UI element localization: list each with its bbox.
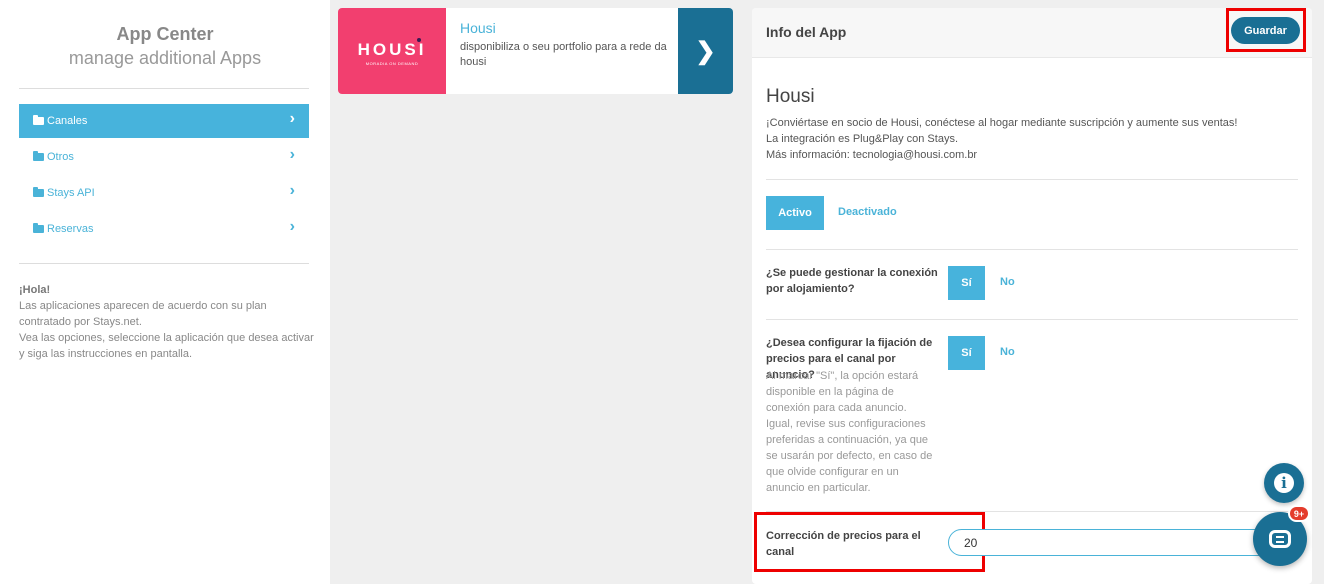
- sidebar-title: App Center: [116, 24, 214, 44]
- sidebar-help-text: ¡Hola! Las aplicaciones aparecen de acue…: [19, 282, 314, 362]
- price-correction-input[interactable]: [948, 529, 1288, 556]
- desc-line: ¡Conviértase en socio de Housi, conéctes…: [766, 117, 1238, 129]
- sidebar-item-otros[interactable]: Otros ›: [19, 140, 309, 174]
- sidebar: App Center manage additional Apps Canale…: [0, 0, 330, 584]
- housi-logo: HOUSI MORADIA ON DEMAND: [338, 8, 446, 94]
- sidebar-item-label: Reservas: [47, 223, 94, 235]
- sidebar-item-label: Otros: [47, 151, 74, 163]
- sidebar-item-canales[interactable]: Canales ›: [19, 104, 309, 138]
- chevron-right-icon: ›: [289, 218, 295, 235]
- folder-open-icon: [33, 115, 44, 125]
- desc-line: La integración es Plug&Play con Stays.: [766, 133, 959, 145]
- folder-icon: [33, 151, 44, 161]
- open-app-button[interactable]: ❯: [678, 8, 733, 94]
- sidebar-item-reservas[interactable]: Reservas ›: [19, 212, 309, 246]
- pricing-help-text: Al marcar "Sí", la opción estará disponi…: [766, 370, 933, 494]
- app-card-housi[interactable]: HOUSI MORADIA ON DEMAND Housi disponibil…: [338, 8, 733, 94]
- logo-dot: [417, 38, 421, 42]
- desc-line: Más información: tecnologia@housi.com.br: [766, 149, 978, 161]
- app-details: ¡Conviértase en socio de Housi, conéctes…: [766, 115, 1296, 163]
- logo-subtext: MORADIA ON DEMAND: [365, 61, 419, 66]
- help-text: Las aplicaciones aparecen de acuerdo con…: [19, 300, 267, 328]
- save-button[interactable]: Guardar: [1231, 17, 1300, 44]
- app-description: disponibiliza o seu portfolio para a red…: [460, 41, 667, 68]
- info-icon: i: [1274, 473, 1294, 493]
- help-text-2: Vea las opciones, seleccione la aplicaci…: [19, 332, 314, 360]
- status-inactive-button[interactable]: Deactivado: [838, 206, 897, 218]
- q2-no-button[interactable]: No: [1000, 346, 1015, 358]
- divider: [766, 319, 1298, 320]
- divider: [19, 88, 309, 89]
- status-active-button[interactable]: Activo: [766, 196, 824, 230]
- divider: [766, 249, 1298, 250]
- question-manage-connection: ¿Se puede gestionar la conexión por aloj…: [766, 267, 938, 295]
- chevron-right-icon: ›: [289, 110, 295, 127]
- q1-no-button[interactable]: No: [1000, 276, 1015, 288]
- sidebar-item-stays-api[interactable]: Stays API ›: [19, 176, 309, 210]
- folder-icon: [33, 223, 44, 233]
- app-title: Housi: [766, 86, 815, 107]
- folder-icon: [33, 187, 44, 197]
- q1-yes-button[interactable]: Sí: [948, 266, 985, 300]
- chevron-right-icon: ›: [289, 182, 295, 199]
- sidebar-subtitle: manage additional Apps: [68, 48, 262, 68]
- price-correction-label: Corrección de precios para el canal: [766, 530, 921, 558]
- q2-yes-button[interactable]: Sí: [948, 336, 985, 370]
- chevron-right-icon: ›: [289, 146, 295, 163]
- chevron-right-icon: ❯: [695, 37, 716, 65]
- logo-text: HOUSI: [357, 40, 427, 59]
- info-button[interactable]: i: [1264, 463, 1304, 503]
- notification-badge: 9+: [1288, 505, 1310, 522]
- divider: [19, 263, 309, 264]
- sidebar-item-label: Canales: [47, 115, 88, 127]
- sidebar-item-label: Stays API: [47, 187, 95, 199]
- app-info-panel: Info del App Guardar Housi ¡Conviértase …: [752, 8, 1312, 584]
- panel-title: Info del App: [766, 24, 847, 40]
- divider: [766, 179, 1298, 180]
- chat-icon: [1269, 530, 1291, 548]
- help-title: ¡Hola!: [19, 284, 51, 296]
- app-name-link[interactable]: Housi: [460, 20, 496, 36]
